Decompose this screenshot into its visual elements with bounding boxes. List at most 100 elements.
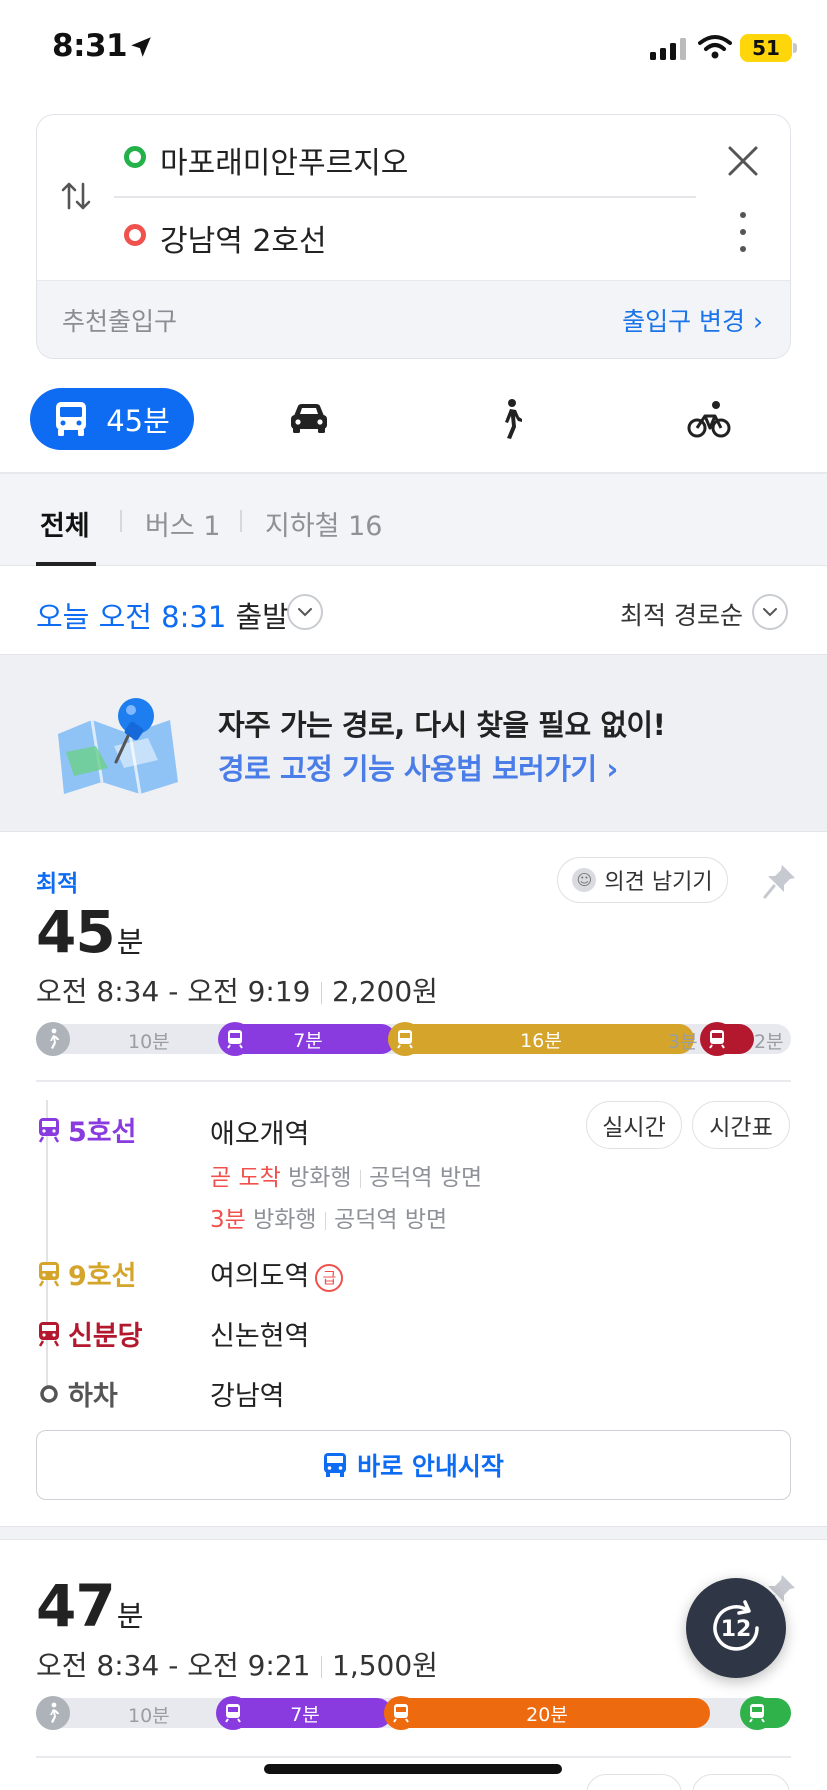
step-line-label: 신분당 (68, 1321, 143, 1352)
departure-time: 오늘 오전 8:31 (36, 600, 227, 634)
subway-icon (740, 1696, 774, 1730)
destination-marker-icon (124, 224, 146, 246)
route-segment-bar: 10분 7분 20분 (36, 1696, 791, 1730)
subway-icon (38, 1261, 60, 1287)
filter-subway-tab[interactable]: 지하철 16 (265, 504, 382, 543)
start-navigation-button[interactable]: 바로 안내시작 (36, 1430, 791, 1500)
walk-icon[interactable] (488, 396, 534, 442)
home-indicator (264, 1764, 562, 1774)
car-icon[interactable] (286, 396, 332, 442)
divider (36, 1080, 791, 1082)
filter-separator (240, 510, 242, 532)
time-range-text: 오전 8:34 - 오전 9:21 (36, 1649, 311, 1682)
swap-icon[interactable] (58, 178, 94, 214)
step-line-9: 9호선 (36, 1254, 136, 1293)
line5-segment-label: 7분 (290, 1703, 320, 1726)
filter-all-tab[interactable]: 전체 (40, 504, 90, 543)
start-navigation-label: 바로 안내시작 (357, 1452, 504, 1481)
card-separator (0, 1526, 827, 1540)
step-station: 애오개역 (210, 1119, 310, 1150)
refresh-icon: 12 (713, 1600, 759, 1651)
filter-bus-tab[interactable]: 버스 1 (145, 504, 220, 543)
step-station: 강남역 (210, 1381, 285, 1412)
route-time-range: 오전 8:34 - 오전 9:19 2,200원 (36, 970, 438, 1010)
transit-duration: 45분 (106, 404, 170, 438)
banner-title: 자주 가는 경로, 다시 찾을 필요 없이! (218, 708, 666, 742)
origin-input[interactable]: 마포래미안푸르지오 (160, 138, 408, 182)
feedback-label: 의견 남기기 (604, 870, 713, 895)
subway-icon (700, 1022, 734, 1056)
subway-icon (218, 1022, 252, 1056)
pin-icon[interactable] (762, 862, 798, 900)
timetable-button[interactable] (692, 1774, 790, 1790)
line9-segment-label: 16분 (520, 1029, 562, 1052)
walk-segment-icon (36, 1022, 70, 1056)
arrival-direction: 방화행 (253, 1207, 317, 1233)
shinbundang-segment-label: 2분 (754, 1031, 784, 1053)
arrival-status: 곧 도착 (210, 1165, 281, 1191)
active-tab-indicator (36, 562, 96, 566)
realtime-button[interactable] (586, 1774, 682, 1790)
departure-chevron-icon[interactable] (287, 594, 323, 630)
destination-input[interactable]: 강남역 2호선 (160, 216, 327, 260)
step-line-label: 5호선 (68, 1117, 137, 1148)
separator (320, 1656, 322, 1678)
realtime-button[interactable]: 실시간 (586, 1101, 682, 1149)
departure-time-selector[interactable]: 오늘 오전 8:31 출발 (36, 594, 289, 636)
mode-transit-tab[interactable]: 45분 (30, 388, 194, 450)
line5-segment-label: 7분 (293, 1029, 323, 1052)
change-entrance-link[interactable]: 출입구 변경 › (622, 302, 763, 338)
time-range-text: 오전 8:34 - 오전 9:19 (36, 975, 311, 1008)
fare: 2,200원 (332, 975, 438, 1008)
sort-chevron-icon[interactable] (752, 594, 788, 630)
orange-segment-label: 20분 (526, 1703, 568, 1726)
smile-icon: ☺ (572, 868, 597, 892)
route-divider (114, 196, 696, 198)
walk2-segment-label: 3분 (668, 1031, 698, 1053)
map-pin-illustration-icon (58, 698, 178, 795)
route-time-range: 오전 8:34 - 오전 9:21 1,500원 (36, 1644, 438, 1684)
separator (320, 982, 322, 1004)
walk-segment-label: 10분 (128, 1705, 170, 1727)
departure-suffix: 출발 (226, 600, 289, 634)
battery-indicator: 51 (740, 34, 792, 62)
subway-icon (388, 1022, 422, 1056)
arrival-info: 3분 방화행 공덕역 방면 (210, 1200, 447, 1234)
duration-value: 45 (36, 898, 116, 966)
step-line-label: 하차 (68, 1381, 118, 1412)
orange-line-segment: 20분 (384, 1698, 710, 1728)
arrival-direction: 방화행 (288, 1165, 352, 1191)
step-station-label: 여의도역 (210, 1261, 310, 1292)
route-filter-bar (0, 474, 827, 566)
duration-unit: 분 (116, 925, 144, 959)
step-line-5: 5호선 (36, 1110, 136, 1149)
timetable-button[interactable]: 시간표 (692, 1101, 790, 1149)
duration-unit: 분 (116, 1599, 144, 1633)
more-options-icon[interactable] (734, 210, 752, 254)
fare: 1,500원 (332, 1649, 438, 1682)
origin-marker-icon (124, 146, 146, 168)
location-arrow-icon (131, 37, 151, 57)
walk-segment-label: 10분 (128, 1031, 170, 1053)
route-segment-bar: 10분 7분 16분 3분 2분 (36, 1022, 791, 1056)
bus-icon (324, 1453, 347, 1477)
close-icon[interactable] (726, 144, 760, 178)
best-route-badge: 최적 (36, 871, 79, 897)
recommended-entrance-label: 추천출입구 (62, 307, 178, 336)
divider (36, 1756, 791, 1758)
fab-label: 12 (721, 1617, 752, 1642)
step-alight: 하차 (36, 1374, 118, 1413)
refresh-timer-button[interactable]: 12 (686, 1578, 786, 1678)
line9-segment: 16분 (388, 1024, 694, 1054)
feedback-button[interactable]: ☺ 의견 남기기 (557, 857, 728, 903)
separator (359, 1169, 362, 1188)
subway-icon (38, 1117, 60, 1143)
status-time: 8:31 (52, 28, 128, 64)
sort-option[interactable]: 최적 경로순 (620, 596, 743, 632)
bus-icon (56, 402, 87, 436)
bicycle-icon[interactable] (686, 396, 732, 442)
subway-icon (38, 1321, 60, 1347)
separator (324, 1211, 327, 1230)
banner-link[interactable]: 경로 고정 기능 사용법 보러가기 › (218, 746, 618, 788)
route-duration: 47분 (36, 1572, 144, 1640)
